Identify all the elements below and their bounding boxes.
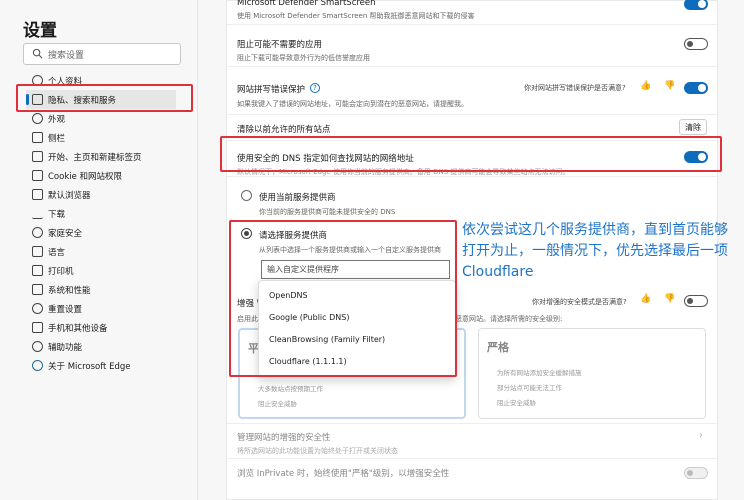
block-apps-toggle[interactable] — [684, 38, 708, 50]
family-icon — [32, 227, 43, 238]
printer-icon — [32, 265, 43, 276]
sidebar-item-label: 辅助功能 — [48, 342, 83, 353]
accessibility-icon — [32, 341, 43, 352]
sidebar-item-languages[interactable]: 语言 — [26, 242, 176, 261]
block-apps-row: 阻止可能不需要的应用 阻止下载可能导致意外行为的低信誉度应用 — [227, 25, 719, 67]
thumbs-down-icon[interactable]: 👎 — [664, 81, 675, 91]
sidebar-item-default-browser[interactable]: 默认浏览器 — [26, 185, 176, 204]
sidebar-item-label: 打印机 — [48, 266, 74, 277]
sidebar-item-start-home[interactable]: 开始、主页和新建标签页 — [26, 147, 176, 166]
typo-protection-row: 网站拼写错误保护 ? 如果我键入了错误的网站地址，可能会定向到潜在的恶意网站，请… — [227, 67, 719, 115]
sidebar-item-family[interactable]: 家庭安全 — [26, 223, 176, 242]
sidebar-item-label: Cookie 和网站权限 — [48, 171, 123, 182]
strict-card-bullet: 阻止安全威胁 — [497, 399, 536, 407]
typo-feedback-text: 你对网站拼写错误保护是否满意? — [524, 84, 626, 92]
enhanced-feedback-text: 你对增强的安全模式是否满意? — [532, 298, 627, 306]
highlight-box-provider — [229, 220, 457, 377]
sidebar-item-label: 开始、主页和新建标签页 — [48, 152, 142, 163]
balanced-card-bullet: 大多数站点按预期工作 — [258, 385, 323, 393]
sidebar-item-label: 默认浏览器 — [48, 190, 91, 201]
typo-title: 网站拼写错误保护 — [237, 85, 306, 95]
smartscreen-title: Microsoft Defender SmartScreen — [237, 0, 376, 8]
language-icon — [32, 246, 43, 257]
sidebar-item-label: 重置设置 — [48, 304, 83, 315]
inprivate-title: 浏览 InPrivate 时，始终使用"严格"级别，以增强安全性 — [237, 469, 450, 479]
help-icon[interactable]: ? — [310, 83, 320, 93]
settings-sidebar: 设置 搜索设置 个人资料 隐私、搜索和服务 外观 侧栏 开始、主页和新建标签页 … — [0, 0, 198, 500]
sidebar-item-sidebar[interactable]: 侧栏 — [26, 128, 176, 147]
home-icon — [32, 151, 43, 162]
clear-button[interactable]: 清除 — [679, 119, 707, 135]
clear-sites-title: 清除以前允许的所有站点 — [237, 125, 331, 135]
current-provider-label: 使用当前服务提供商 — [259, 193, 336, 203]
typo-toggle[interactable] — [684, 82, 708, 94]
system-icon — [32, 284, 43, 295]
sidebar-item-label: 家庭安全 — [48, 228, 83, 239]
edge-icon — [32, 360, 43, 371]
enhanced-security-toggle[interactable] — [684, 295, 708, 307]
typo-desc: 如果我键入了错误的网站地址，可能会定向到潜在的恶意网站，请提醒我。 — [237, 100, 468, 108]
sidebar-item-label: 语言 — [48, 247, 66, 258]
sidebar-item-phone[interactable]: 手机和其他设备 — [26, 318, 176, 337]
manage-sites-row[interactable]: 管理网站的增强的安全性 将所选网站的此功能设置为始终处于打开或关闭状态 › — [227, 423, 719, 459]
sidebar-item-about[interactable]: 关于 Microsoft Edge — [26, 356, 176, 375]
enhanced-security-desc-tail: 恶意网站。请选择所需的安全级别: — [455, 315, 563, 323]
sidebar-item-reset[interactable]: 重置设置 — [26, 299, 176, 318]
browser-icon — [32, 189, 43, 200]
search-placeholder: 搜索设置 — [48, 50, 85, 61]
annotation-note: 依次尝试这几个服务提供商，直到首页能够打开为止，一般情况下，优先选择最后一项Cl… — [462, 222, 728, 280]
sidebar-item-label: 外观 — [48, 114, 66, 125]
thumbs-down-icon[interactable]: 👎 — [664, 294, 675, 304]
strict-card[interactable]: 严格 为所有网站添加安全缓解措施 部分站点可能无法工作 阻止安全威胁 — [478, 328, 706, 419]
smartscreen-desc: 使用 Microsoft Defender SmartScreen 帮助我抵御恶… — [237, 12, 475, 20]
appearance-icon — [32, 113, 43, 124]
block-apps-title: 阻止可能不需要的应用 — [237, 40, 323, 50]
highlight-box-sidebar — [16, 84, 193, 112]
search-icon — [32, 48, 43, 59]
sidebar-item-cookies[interactable]: Cookie 和网站权限 — [26, 166, 176, 185]
sidebar-item-label: 手机和其他设备 — [48, 323, 108, 334]
inprivate-strict-row: 浏览 InPrivate 时，始终使用"严格"级别，以增强安全性 — [227, 459, 719, 489]
manage-sites-title: 管理网站的增强的安全性 — [237, 433, 331, 443]
thumbs-up-icon[interactable]: 👍 — [640, 81, 651, 91]
sidebar-item-label: 关于 Microsoft Edge — [48, 361, 131, 372]
strict-card-bullet: 为所有网站添加安全缓解措施 — [497, 369, 582, 377]
sidebar-item-label: 系统和性能 — [48, 285, 91, 296]
cookie-icon — [32, 170, 43, 181]
balanced-card-bullet: 阻止安全威胁 — [258, 400, 297, 408]
chevron-right-icon: › — [699, 430, 703, 441]
sidebar-item-printers[interactable]: 打印机 — [26, 261, 176, 280]
block-apps-desc: 阻止下载可能导致意外行为的低信誉度应用 — [237, 54, 370, 62]
sidebar-item-system[interactable]: 系统和性能 — [26, 280, 176, 299]
sidebar-item-label: 侧栏 — [48, 133, 66, 144]
current-provider-desc: 你当前的服务提供商可能未提供安全的 DNS — [259, 208, 396, 216]
sidebar-item-accessibility[interactable]: 辅助功能 — [26, 337, 176, 356]
strict-card-title: 严格 — [487, 341, 509, 354]
manage-sites-desc: 将所选网站的此功能设置为始终处于打开或关闭状态 — [237, 447, 398, 455]
inprivate-toggle[interactable] — [684, 467, 708, 479]
download-icon — [32, 208, 43, 219]
smartscreen-toggle[interactable] — [684, 0, 708, 10]
strict-card-bullet: 部分站点可能无法工作 — [497, 384, 562, 392]
sidebar-title: 设置 — [23, 21, 57, 41]
sidebar-icon — [32, 132, 43, 143]
current-provider-radio[interactable] — [241, 190, 252, 201]
sidebar-item-downloads[interactable]: 下载 — [26, 204, 176, 223]
sidebar-item-label: 下载 — [48, 209, 66, 220]
reset-icon — [32, 303, 43, 314]
thumbs-up-icon[interactable]: 👍 — [640, 294, 651, 304]
smartscreen-row: Microsoft Defender SmartScreen 使用 Micros… — [227, 0, 719, 25]
phone-icon — [32, 322, 43, 333]
highlight-box-dns — [220, 136, 722, 172]
search-settings-input[interactable]: 搜索设置 — [23, 43, 181, 65]
